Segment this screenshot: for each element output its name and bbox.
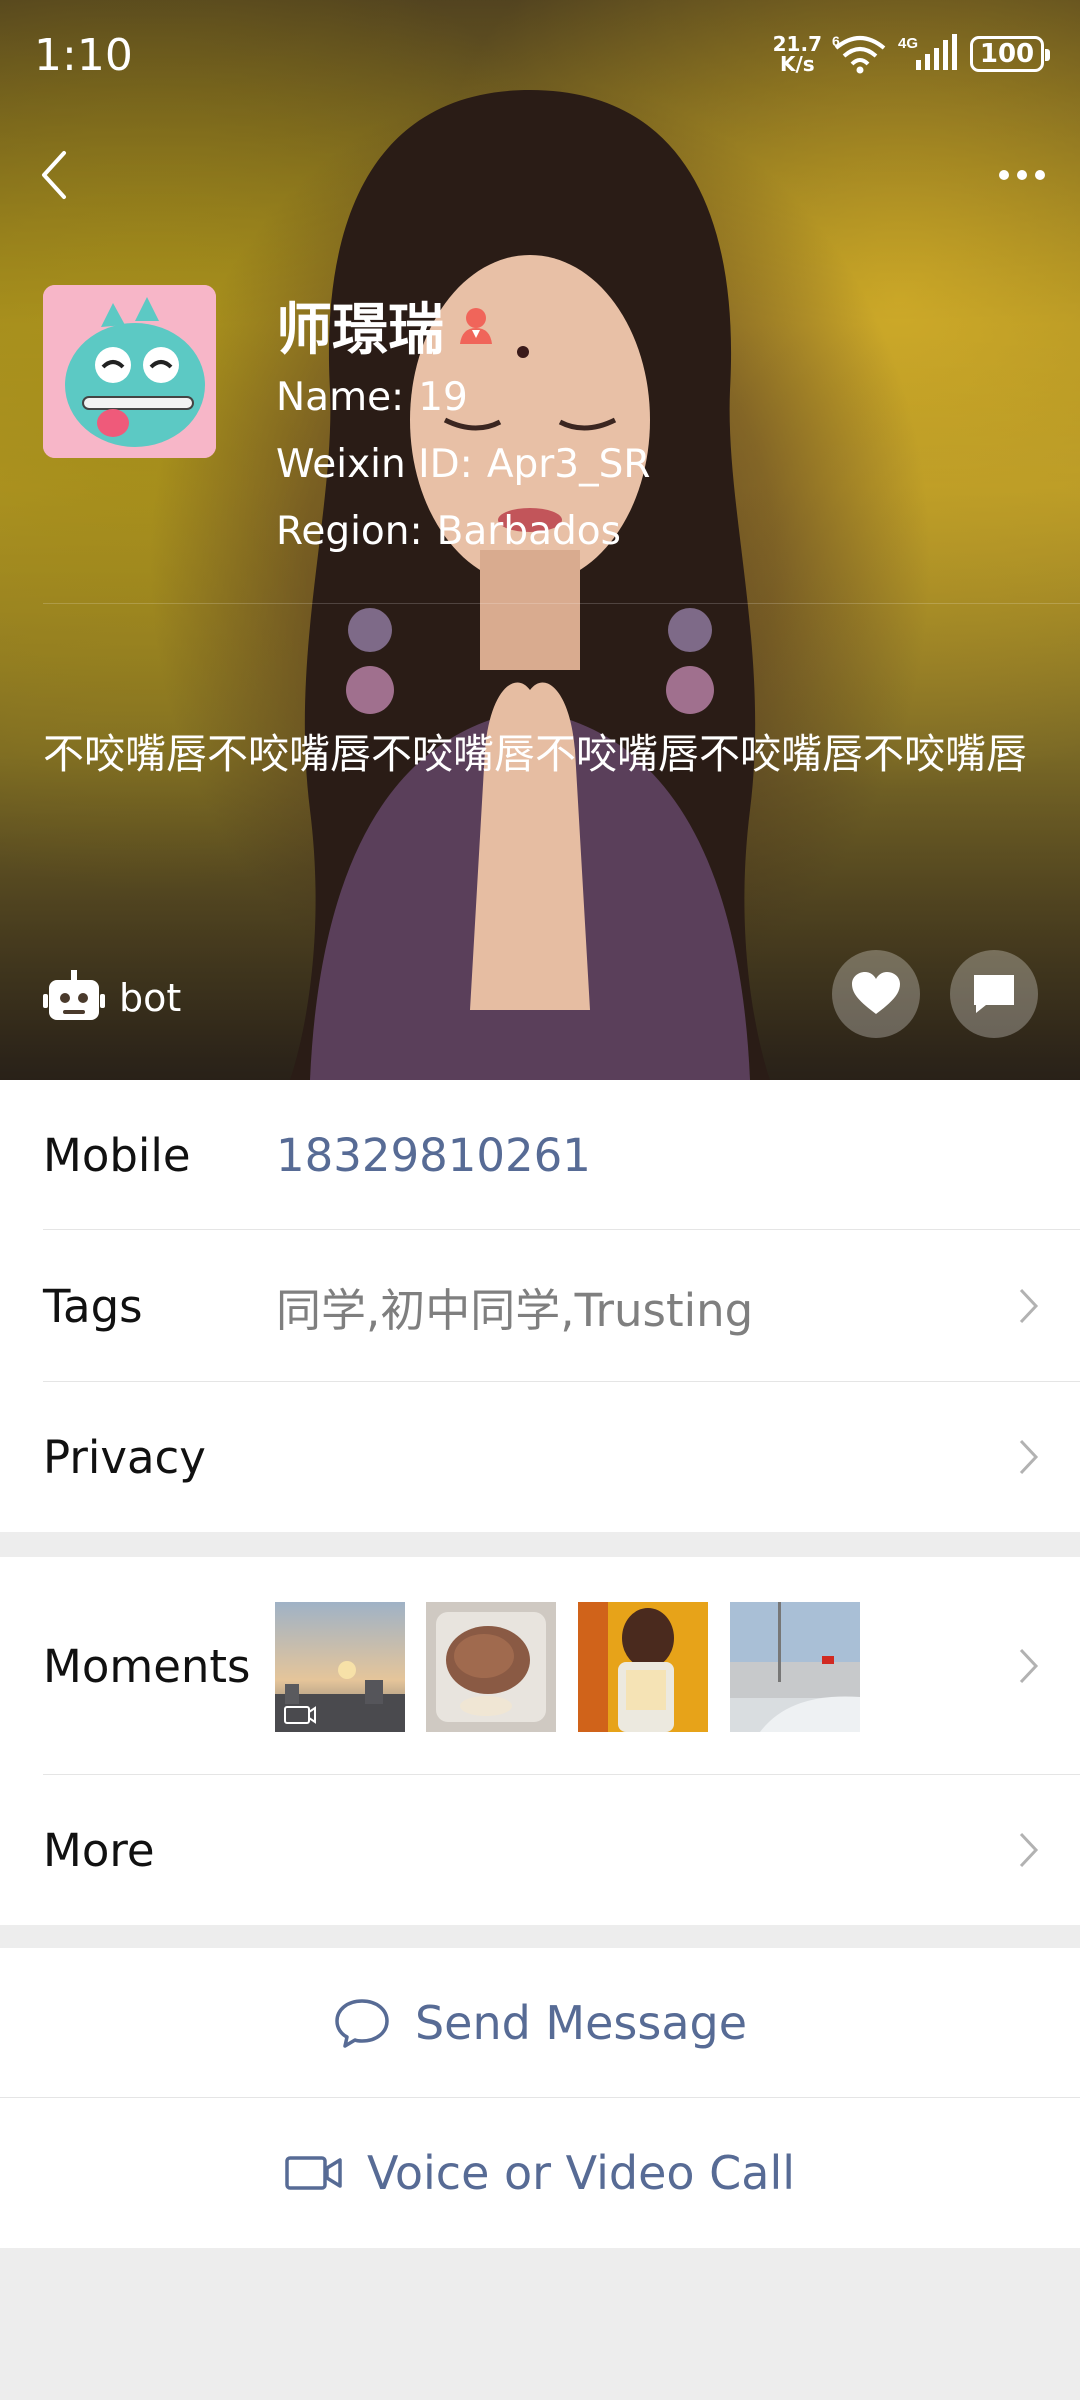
comment-button[interactable] <box>950 950 1038 1038</box>
tags-label: Tags <box>43 1279 143 1333</box>
name-label: Name: <box>276 375 405 420</box>
profile-header: 1:10 21.7 K/s 6 4G 100 师璟瑞 Name: 19 Weix… <box>0 0 1080 1080</box>
moments-group: Moments More <box>0 1557 1080 1925</box>
avatar[interactable] <box>43 285 216 458</box>
voice-video-call-button[interactable]: Voice or Video Call <box>0 2098 1080 2248</box>
send-message-button[interactable]: Send Message <box>0 1948 1080 2098</box>
mobile-row[interactable]: Mobile 18329810261 <box>0 1080 1080 1230</box>
chevron-right-icon <box>1019 1648 1039 1684</box>
voice-video-call-label: Voice or Video Call <box>366 2146 796 2200</box>
moment-thumbnail[interactable] <box>275 1602 405 1732</box>
robot-icon <box>43 970 105 1020</box>
moments-row[interactable]: Moments <box>0 1557 1080 1775</box>
privacy-row[interactable]: Privacy <box>0 1382 1080 1532</box>
nickname: 师璟瑞 <box>276 298 444 363</box>
weixin-id-value: Apr3_SR <box>486 442 651 487</box>
privacy-label: Privacy <box>43 1430 206 1484</box>
network-speed-unit: K/s <box>779 52 815 76</box>
more-label: More <box>43 1823 155 1877</box>
video-call-icon <box>285 2156 342 2190</box>
status-time: 1:10 <box>34 30 133 81</box>
tags-row[interactable]: Tags 同学,初中同学,Trusting <box>0 1230 1080 1382</box>
more-row[interactable]: More <box>0 1775 1080 1925</box>
region-value: Barbados <box>436 509 621 554</box>
status-bar: 1:10 21.7 K/s 6 4G 100 <box>0 0 1080 116</box>
bot-label: bot <box>119 976 182 1020</box>
mobile-value[interactable]: 18329810261 <box>276 1129 591 1182</box>
wifi-badge: 6 <box>832 34 840 49</box>
actions-group: Send Message Voice or Video Call <box>0 1948 1080 2248</box>
weixin-id-line: Weixin ID: Apr3_SR <box>276 442 650 487</box>
tags-value: 同学,初中同学,Trusting <box>276 1283 754 1337</box>
send-message-label: Send Message <box>414 1996 748 2050</box>
heart-icon <box>852 972 900 1014</box>
region-label: Region: <box>276 509 423 554</box>
signal-icon: 4G <box>898 34 957 70</box>
name-line: Name: 19 <box>276 375 468 420</box>
moment-thumbnail[interactable] <box>730 1602 860 1732</box>
like-button[interactable] <box>832 950 920 1038</box>
moment-thumbnail[interactable] <box>578 1602 708 1732</box>
moment-thumbnail[interactable] <box>426 1602 556 1732</box>
signature: 不咬嘴唇不咬嘴唇不咬嘴唇不咬嘴唇不咬嘴唇不咬嘴唇 <box>43 730 1027 778</box>
network-speed: 21.7 K/s <box>773 34 822 74</box>
chat-bubble-icon <box>335 1999 389 2048</box>
bot-status[interactable]: bot <box>43 970 181 1026</box>
female-icon <box>460 307 492 344</box>
more-options-icon[interactable] <box>992 150 1052 200</box>
divider <box>43 603 1080 604</box>
back-icon[interactable] <box>30 145 80 205</box>
contact-info-group: Mobile 18329810261 Tags 同学,初中同学,Trusting… <box>0 1080 1080 1532</box>
mobile-label: Mobile <box>43 1128 191 1182</box>
comment-icon <box>974 975 1014 1013</box>
region-line: Region: Barbados <box>276 509 621 554</box>
chevron-right-icon <box>1019 1288 1039 1324</box>
battery-icon: 100 <box>970 36 1050 72</box>
wifi-icon: 6 <box>832 34 886 74</box>
battery-level: 100 <box>979 39 1035 69</box>
chevron-right-icon <box>1019 1832 1039 1868</box>
name-value: 19 <box>418 375 468 420</box>
chevron-right-icon <box>1019 1439 1039 1475</box>
network-speed-value: 21.7 <box>772 32 822 56</box>
moments-label: Moments <box>43 1639 251 1693</box>
weixin-id-label: Weixin ID: <box>276 442 473 487</box>
network-type: 4G <box>898 35 918 52</box>
